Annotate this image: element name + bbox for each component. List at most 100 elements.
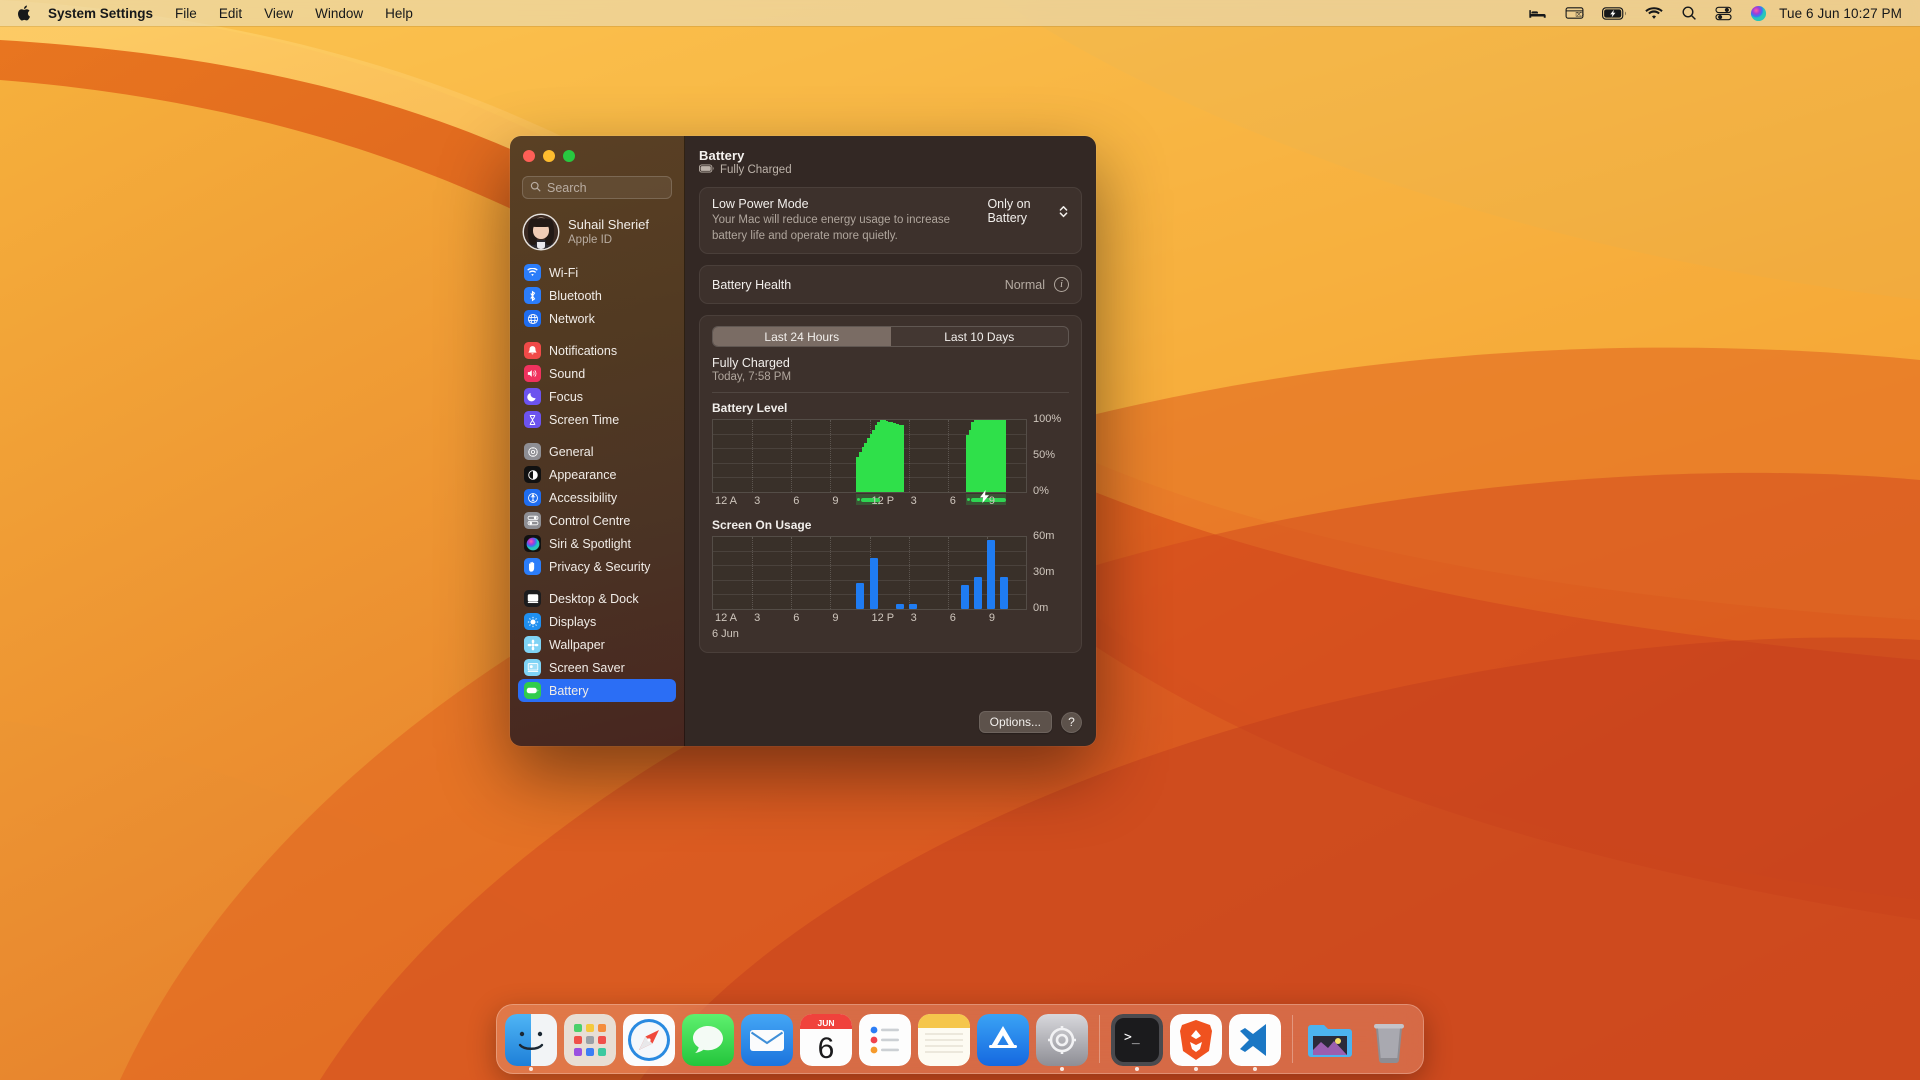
y-tick-label: 0m — [1033, 602, 1048, 614]
sidebar-item-wallpaper[interactable]: Wallpaper — [518, 633, 676, 656]
general-gear-icon — [524, 443, 541, 460]
dock-item-safari[interactable] — [623, 1014, 675, 1066]
menu-item-file[interactable]: File — [164, 3, 208, 23]
svg-text:>_: >_ — [1124, 1030, 1140, 1045]
menu-item-edit[interactable]: Edit — [208, 3, 253, 23]
sidebar-item-screen-saver[interactable]: Screen Saver — [518, 656, 676, 679]
window-controls — [510, 136, 684, 162]
sidebar-item-battery[interactable]: Battery — [518, 679, 676, 702]
sidebar-item-label: Appearance — [549, 468, 616, 482]
x-tick-label: 6 — [793, 495, 799, 507]
accessibility-icon — [524, 489, 541, 506]
sidebar-item-focus[interactable]: Focus — [518, 385, 676, 408]
battery-status-row: Fully Charged — [699, 164, 1082, 176]
help-button[interactable]: ? — [1061, 712, 1082, 733]
dock-item-notes[interactable] — [918, 1014, 970, 1066]
search-icon[interactable] — [1672, 1, 1706, 25]
time-range-segmented-control[interactable]: Last 24 Hours Last 10 Days — [712, 326, 1069, 347]
account-row[interactable]: Suhail Sherief Apple ID — [510, 199, 684, 253]
main-pane: Battery Fully Charged Low Power Mode You… — [685, 136, 1096, 746]
gridline — [948, 537, 949, 609]
minimize-button[interactable] — [543, 150, 555, 162]
menu-item-system-settings[interactable]: System Settings — [37, 3, 164, 23]
running-indicator — [529, 1067, 533, 1071]
screen-on-usage-x-axis: 12 A36912 P369 — [712, 610, 1027, 627]
battery-health-card[interactable]: Battery Health Normal i — [699, 265, 1082, 304]
battery-health-label: Battery Health — [712, 278, 791, 292]
menu-item-window[interactable]: Window — [304, 3, 374, 23]
info-circle-icon[interactable]: i — [1054, 277, 1069, 292]
sidebar-item-desktop-dock[interactable]: Desktop & Dock — [518, 587, 676, 610]
apple-logo-icon[interactable] — [9, 0, 37, 26]
dock-item-app-store[interactable] — [977, 1014, 1029, 1066]
dock-item-downloads-folder[interactable] — [1304, 1014, 1356, 1066]
sidebar-group-system: General Appearance Accessibility — [518, 440, 676, 578]
zoom-button[interactable] — [563, 150, 575, 162]
dock-item-trash[interactable] — [1363, 1014, 1415, 1066]
sidebar-item-wifi[interactable]: Wi-Fi — [518, 261, 676, 284]
sidebar-group-network: Wi-Fi Bluetooth Network — [518, 261, 676, 330]
svg-text:JUN: JUN — [817, 1018, 834, 1028]
dock-item-launchpad[interactable] — [564, 1014, 616, 1066]
tab-last-10-days[interactable]: Last 10 Days — [891, 327, 1069, 346]
dock-item-finder[interactable] — [505, 1014, 557, 1066]
x-tick-label: 6 — [950, 612, 956, 624]
sidebar-item-label: Displays — [549, 615, 596, 629]
dock-item-terminal[interactable]: >_ — [1111, 1014, 1163, 1066]
dock-item-calendar[interactable]: JUN6 — [800, 1014, 852, 1066]
menu-item-view[interactable]: View — [253, 3, 304, 23]
gridline — [830, 420, 831, 492]
battery-level-chart: 100%50%0% — [712, 419, 1069, 493]
menubar-clock[interactable]: Tue 6 Jun 10:27 PM — [1776, 6, 1908, 21]
sidebar-item-network[interactable]: Network — [518, 307, 676, 330]
sidebar-item-displays[interactable]: Displays — [518, 610, 676, 633]
sidebar-item-bluetooth[interactable]: Bluetooth — [518, 284, 676, 307]
sidebar-item-label: Notifications — [549, 344, 617, 358]
options-button[interactable]: Options... — [979, 711, 1052, 733]
dock-item-messages[interactable] — [682, 1014, 734, 1066]
keyboard-input-icon[interactable]: ⌦ — [1556, 1, 1593, 25]
running-indicator — [1060, 1067, 1064, 1071]
sidebar-item-general[interactable]: General — [518, 440, 676, 463]
low-power-mode-popup[interactable]: Only on Battery — [987, 197, 1069, 225]
avatar — [524, 215, 558, 249]
dock-item-brave[interactable] — [1170, 1014, 1222, 1066]
sidebar-item-siri-spotlight[interactable]: Siri & Spotlight — [518, 532, 676, 555]
battery-charging-icon[interactable] — [1593, 1, 1636, 25]
sidebar-item-appearance[interactable]: Appearance — [518, 463, 676, 486]
chevron-updown-icon — [1058, 204, 1069, 219]
wifi-icon[interactable] — [1636, 1, 1672, 25]
menu-item-help[interactable]: Help — [374, 3, 424, 23]
tab-last-24-hours[interactable]: Last 24 Hours — [713, 327, 891, 346]
system-settings-window: Search Suhail Sherief Apple ID W — [510, 136, 1096, 746]
control-centre-icon — [524, 512, 541, 529]
dock-separator — [1099, 1015, 1100, 1063]
sidebar-item-label: Wi-Fi — [549, 266, 578, 280]
control-centre-icon[interactable] — [1706, 1, 1741, 25]
search-placeholder: Search — [547, 181, 587, 195]
dock-item-mail[interactable] — [741, 1014, 793, 1066]
menu-bar: System Settings File Edit View Window He… — [0, 0, 1920, 26]
battery-status-text: Fully Charged — [720, 164, 792, 176]
bed-icon[interactable] — [1519, 1, 1556, 25]
chart-bar — [870, 558, 878, 608]
sidebar-item-screen-time[interactable]: Screen Time — [518, 408, 676, 431]
close-button[interactable] — [523, 150, 535, 162]
sidebar-item-sound[interactable]: Sound — [518, 362, 676, 385]
dock-item-vscode[interactable] — [1229, 1014, 1281, 1066]
sidebar-item-notifications[interactable]: Notifications — [518, 339, 676, 362]
low-power-mode-description: Your Mac will reduce energy usage to inc… — [712, 213, 975, 244]
sidebar-item-control-centre[interactable]: Control Centre — [518, 509, 676, 532]
dock-item-reminders[interactable] — [859, 1014, 911, 1066]
search-input[interactable]: Search — [522, 176, 672, 199]
sidebar-item-label: Privacy & Security — [549, 560, 650, 574]
siri-icon[interactable] — [1741, 1, 1776, 25]
screen-saver-icon — [524, 659, 541, 676]
page-title: Battery — [699, 148, 1082, 163]
chart-bar — [961, 585, 969, 609]
dock-item-system-settings[interactable] — [1036, 1014, 1088, 1066]
focus-moon-icon — [524, 388, 541, 405]
sidebar-item-accessibility[interactable]: Accessibility — [518, 486, 676, 509]
gridline — [948, 420, 949, 492]
sidebar-item-privacy-security[interactable]: Privacy & Security — [518, 555, 676, 578]
